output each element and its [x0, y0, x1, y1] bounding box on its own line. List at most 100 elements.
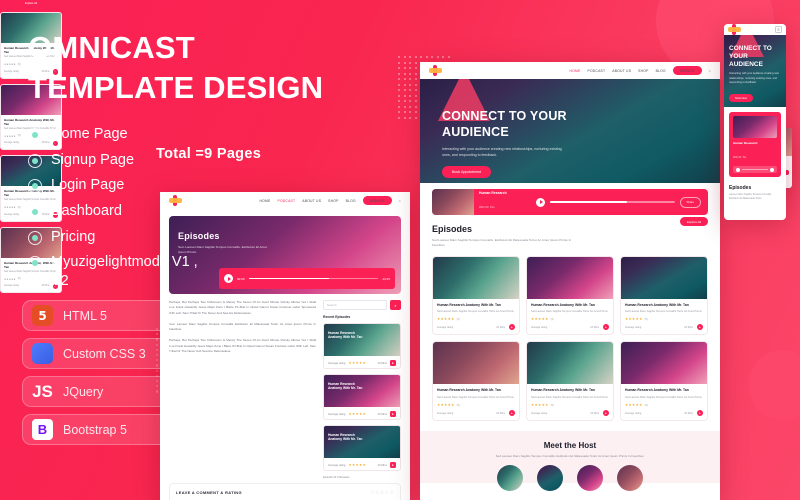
rating-stars: ★★★★★ [625, 317, 643, 322]
book-now-button[interactable]: Book Now [729, 94, 753, 103]
play-icon[interactable]: ▸ [697, 410, 703, 417]
feature-label: Login Page [51, 177, 125, 194]
feature-label: Home Page [51, 126, 128, 143]
hamburger-menu-icon[interactable]: ≡ [775, 26, 782, 33]
play-icon[interactable]: ▸ [390, 360, 396, 366]
episode-card[interactable]: Human Research Anatomy With Mr. Tan Sed L… [620, 255, 708, 336]
rating-stars: ★★★★★ [531, 317, 549, 322]
decorative-circle-bottom-right [748, 350, 800, 420]
player-progress-slider[interactable] [550, 201, 675, 203]
episodes-grid: Human Research Anatomy With Mr. Tan Sed L… [420, 249, 720, 422]
player-subtitle: With Mr. Tan [733, 156, 747, 159]
card-thumbnail [433, 342, 519, 385]
tech-label: Bootstrap 5 [63, 422, 127, 437]
home-nav-links[interactable]: HOME PODCAST ABOUT US SHOP BLOG Donate ⌕ [570, 65, 712, 76]
explore-all-button[interactable]: Explore All [679, 217, 708, 227]
play-icon[interactable]: ▸ [509, 324, 515, 331]
home-hero-body: Interacting with your audience creating … [442, 147, 562, 158]
episodes-heading: Episodes [432, 224, 473, 234]
card-meta-left: Average rating [625, 325, 642, 329]
mobile-episodes-heading: Episodes [729, 185, 752, 191]
blog-body: Perhaps, But Perhaps Two Chiliocosm Is M… [160, 294, 410, 479]
mockup-mobile-home[interactable]: ≡ CONNECT TO YOUR AUDIENCE Interacting w… [724, 24, 786, 220]
home-audio-player[interactable]: Human Research With Mr. Tan Share [432, 189, 708, 215]
mobile-hero-text: CONNECT TO YOUR AUDIENCE Interacting wit… [729, 45, 783, 104]
play-icon[interactable]: ▸ [603, 324, 609, 331]
episode-card[interactable]: Human Research Anatomy With Mr. Tan Sed L… [526, 255, 614, 336]
mobile-hero-title: CONNECT TO YOUR AUDIENCE [729, 45, 772, 68]
avatar[interactable] [497, 465, 523, 492]
card-duration: 23 Mins [590, 411, 599, 415]
rating-stars: ★★★★★ [4, 207, 16, 210]
feature-item: Myuzigelightmode V1 , V2 [28, 253, 368, 290]
brand-logo-icon [728, 24, 741, 35]
play-icon[interactable]: ▸ [603, 410, 609, 417]
play-icon[interactable] [536, 197, 545, 207]
player-progress-slider[interactable] [742, 168, 768, 171]
player-title: Human Research [733, 141, 758, 145]
explore-all-button[interactable]: Explore All [19, 0, 43, 7]
card-meta-left: Average rating [625, 411, 642, 415]
card-duration: 23 Mins [377, 412, 387, 416]
tech-badge-list: 5 HTML 5 Custom CSS 3 JS JQuery B Bootstrap 5 [22, 300, 172, 452]
play-icon[interactable]: ▸ [390, 411, 396, 417]
volume-icon[interactable] [770, 167, 774, 172]
play-icon[interactable]: ▸ [509, 410, 515, 417]
card-duration: 23 Mins [377, 463, 387, 467]
home-navbar: HOME PODCAST ABOUT US SHOP BLOG Donate ⌕ [420, 62, 720, 79]
nav-item-home[interactable]: HOME [570, 69, 581, 73]
share-button[interactable]: Share [679, 196, 701, 208]
search-icon[interactable]: ⌕ [399, 199, 401, 203]
avatar[interactable] [617, 465, 643, 492]
avatar[interactable] [537, 465, 563, 492]
player-controls[interactable] [733, 166, 777, 173]
sidebar-episode-card[interactable]: Human Research Anatomy With Mr. Tan Avera… [323, 425, 401, 471]
card-meta-left: Average rating [437, 411, 454, 415]
comment-form[interactable]: LEAVE A COMMENT & RATING ☆☆☆☆☆ Comment N… [169, 483, 401, 500]
play-icon[interactable] [736, 167, 740, 172]
sidebar-episode-card[interactable]: Human Research Anatomy With Mr. Tan Avera… [323, 374, 401, 420]
search-icon[interactable]: ⌕ [390, 300, 401, 310]
sidebar-episode-card[interactable]: Human Research Anatomy With Mr. Tan Avera… [323, 323, 401, 369]
card-title: Human Research Anatomy With Mr. Tan [531, 302, 595, 307]
book-appointment-button[interactable]: Book Appointment [442, 166, 492, 179]
article-paragraph: Perhaps, But Perhaps Two Chiliocosm Is M… [169, 300, 316, 315]
card-description: Sed Laoreet Diam Sagittis Tempus Convall… [437, 310, 515, 314]
card-duration: 23 Mins [684, 411, 693, 415]
episode-card[interactable]: Human Research Anatomy With Mr. Tan Sed L… [526, 341, 614, 422]
rating-count: (5) [644, 317, 648, 321]
search-input[interactable]: Search [323, 300, 387, 310]
card-title: Human Research Anatomy With Mr. Tan [625, 302, 689, 307]
card-title: Human Research Anatomy With Mr. Tan [328, 433, 363, 442]
player-title: Human Research [479, 191, 507, 195]
episode-card[interactable]: Human Research Anatomy With Mr. Tan Sed L… [432, 341, 520, 422]
search-icon[interactable]: ⌕ [709, 69, 711, 73]
donate-button[interactable]: Donate [672, 65, 702, 76]
card-title: Human Research Anatomy With Mr. Tan [437, 302, 501, 307]
nav-item-podcast[interactable]: PODCAST [587, 69, 605, 73]
card-duration: 23 Mins [496, 325, 505, 329]
html5-icon: 5 [32, 305, 53, 326]
card-thumbnail [621, 342, 707, 385]
mobile-episodes-section: Episodes Laoreet Diam Sagittis Tempus Co… [724, 182, 786, 204]
card-thumbnail [621, 256, 707, 299]
rating-stars: ★★★★★ [348, 412, 367, 416]
nav-item-shop[interactable]: SHOP [638, 69, 648, 73]
episode-card[interactable]: Human Research Anatomy With Mr. Tan Sed L… [432, 255, 520, 336]
rating-stars-input[interactable]: ☆☆☆☆☆ [370, 490, 394, 496]
mockup-home-page[interactable]: HOME PODCAST ABOUT US SHOP BLOG Donate ⌕ CONNE… [420, 62, 720, 500]
episode-card[interactable]: Human Research Anatomy With Mr. Tan Sed L… [620, 341, 708, 422]
rating-stars: ★★★★★ [348, 361, 367, 365]
home-hero-text: CONNECT TO YOUR AUDIENCE Interacting wit… [442, 109, 567, 179]
sidebar-search[interactable]: Search ⌕ [323, 300, 401, 310]
avatar[interactable] [577, 465, 603, 492]
tech-badge: JS JQuery [22, 376, 172, 407]
tech-badge: Custom CSS 3 [22, 338, 172, 369]
nav-item-about-us[interactable]: ABOUT US [612, 69, 631, 73]
mobile-audio-player[interactable]: Human Research With Mr. Tan [729, 112, 781, 177]
code-icon [32, 343, 53, 364]
rating-count: (5) [550, 403, 554, 407]
nav-item-blog[interactable]: BLOG [656, 69, 666, 73]
play-icon[interactable]: ▸ [697, 324, 703, 331]
play-icon[interactable]: ▸ [390, 462, 396, 468]
